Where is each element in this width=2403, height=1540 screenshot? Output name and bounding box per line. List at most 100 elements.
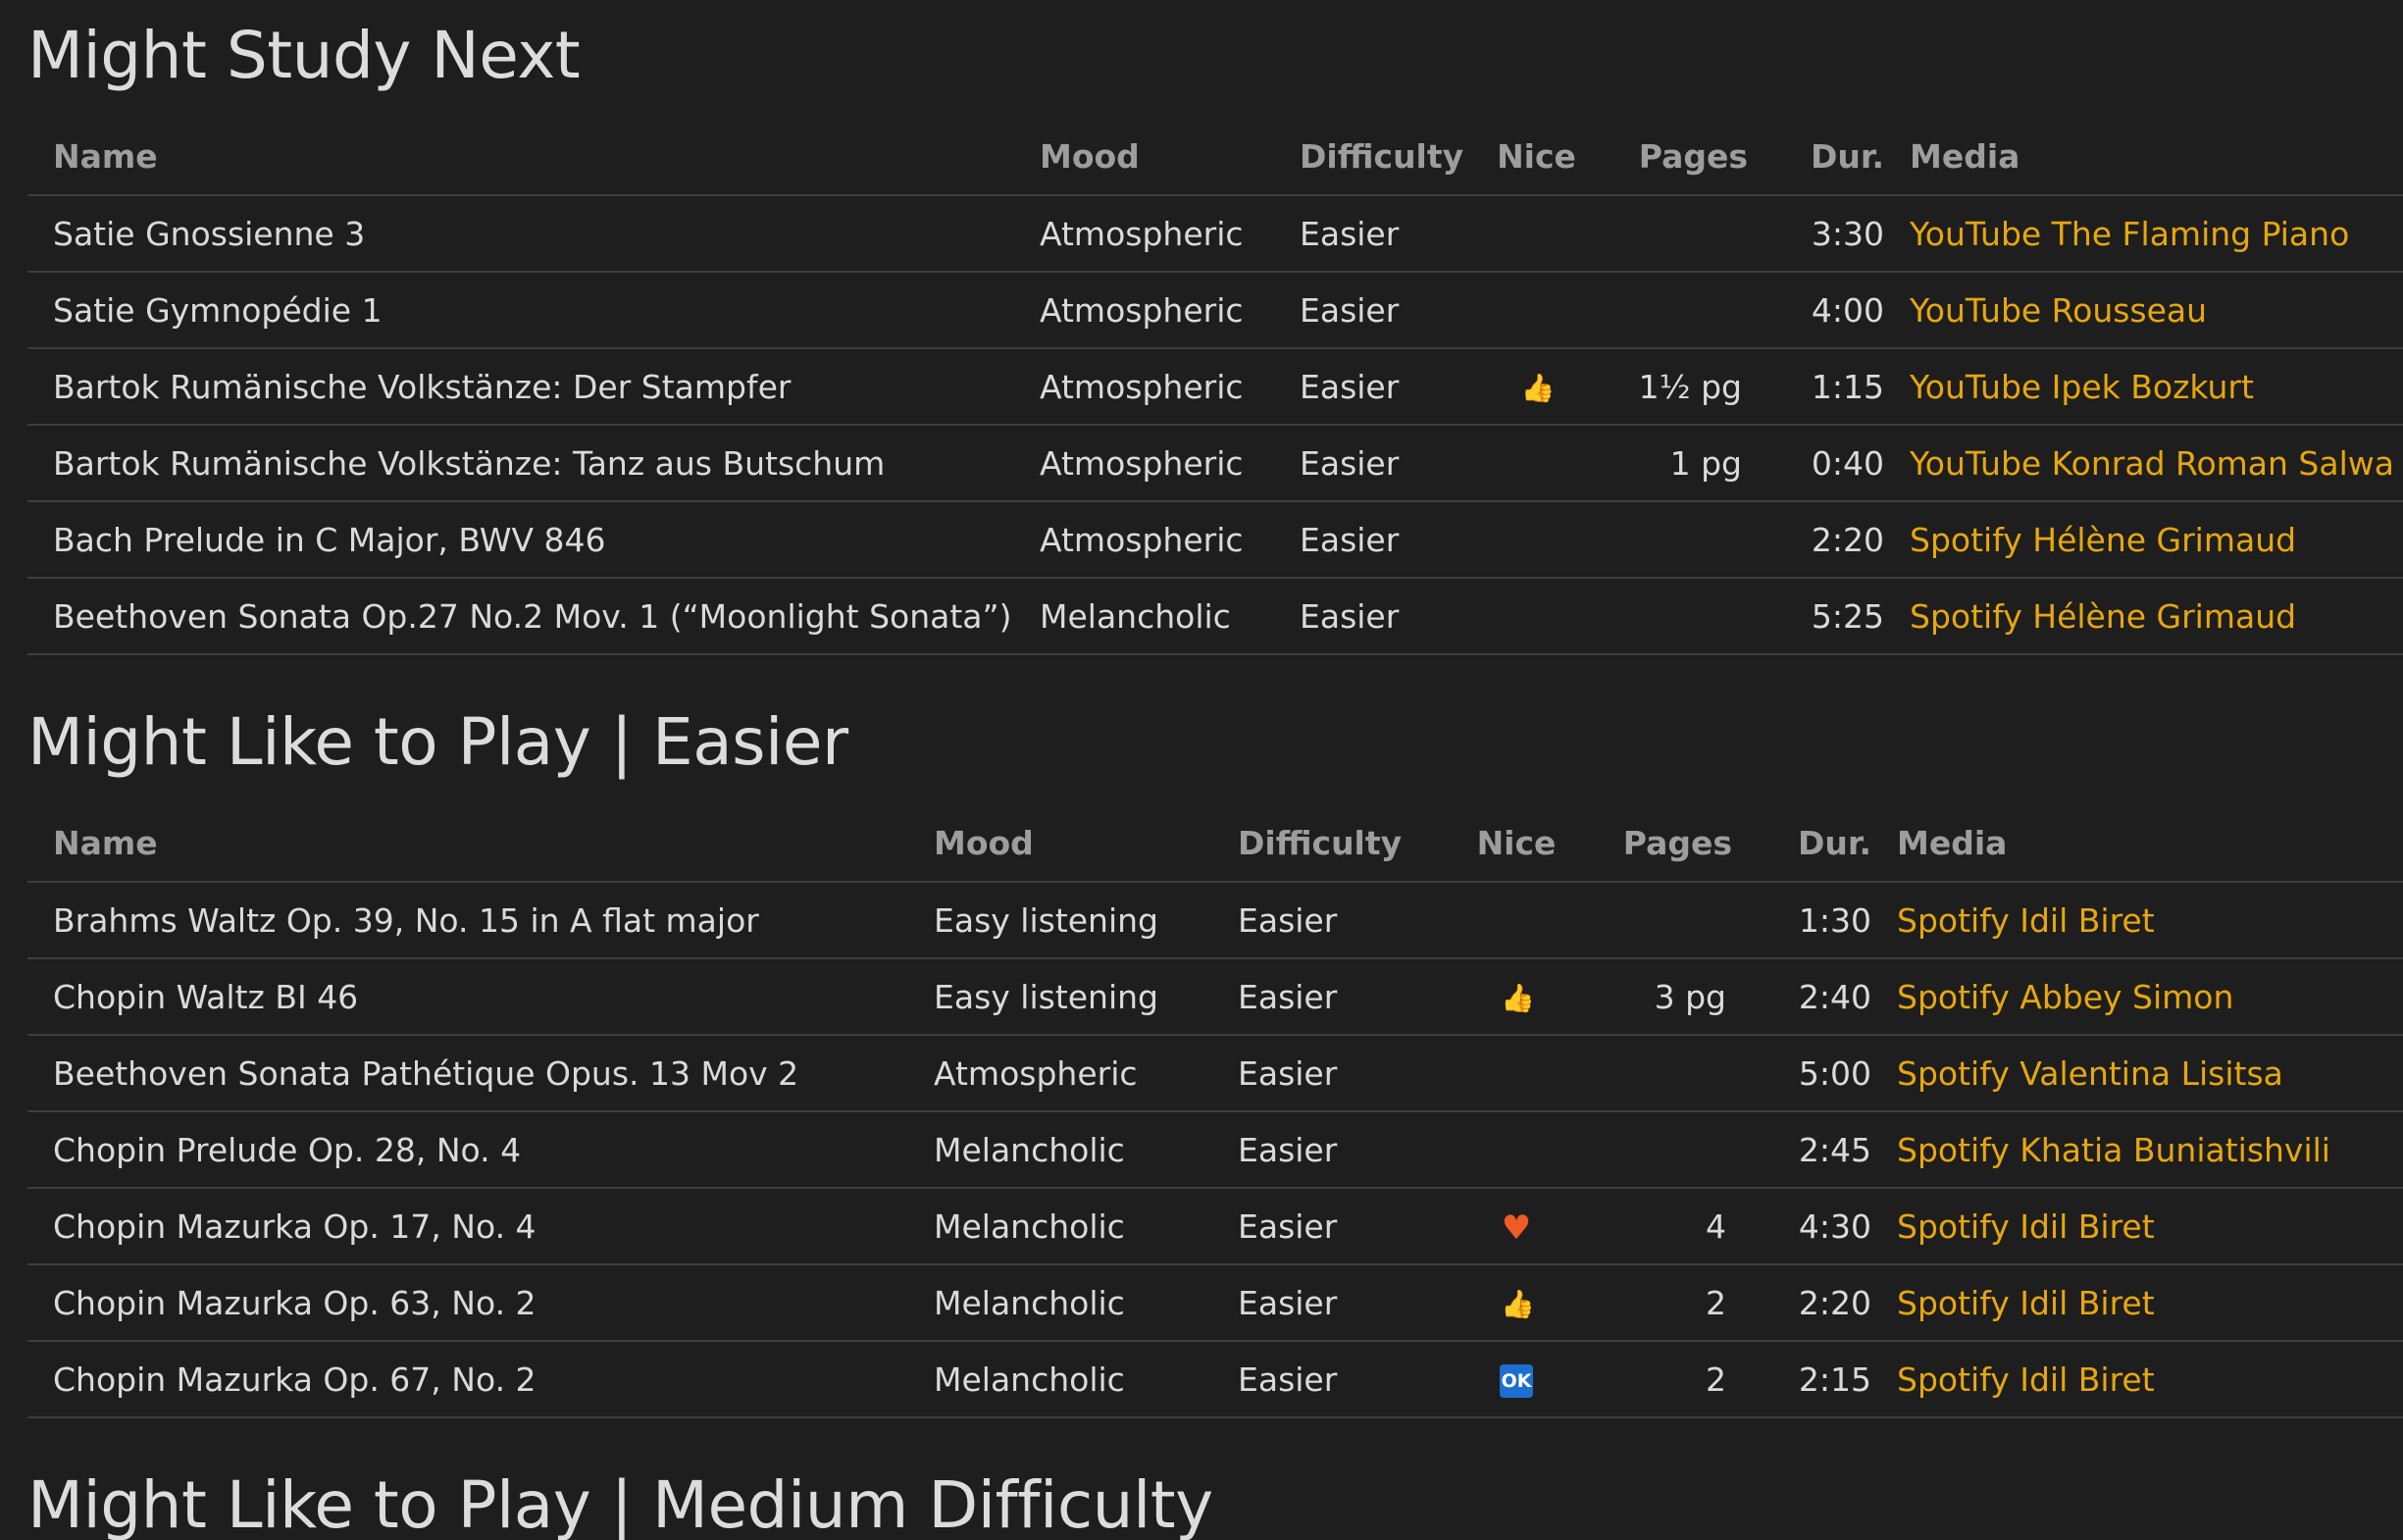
piece-name: Chopin Mazurka Op. 17, No. 4 [27,1188,908,1265]
column-header-pages[interactable]: Pages [1603,118,1750,196]
nice-cell [1470,272,1603,349]
nice-cell: OK [1456,1341,1577,1418]
nice-cell [1470,578,1603,655]
piece-name: Chopin Mazurka Op. 63, No. 2 [27,1264,908,1342]
table-might-like-to-play-easier: Name Mood Difficulty Nice Pages Dur. Med… [27,804,2403,1418]
difficulty-cell: Easier [1274,348,1470,426]
table-header-row: Name Mood Difficulty Nice Pages Dur. Med… [27,118,2403,196]
media-link[interactable]: YouTube The Flaming Piano [1910,215,2349,253]
column-header-name[interactable]: Name [27,804,908,883]
nice-cell: 👍 [1470,348,1603,426]
table-row: Chopin Mazurka Op. 67, No. 2 Melancholic E… [27,1341,2403,1418]
mood-cell: Atmospheric [1014,348,1274,426]
media-cell: Spotify Idil Biret [1871,1341,2403,1418]
media-link[interactable]: YouTube Ipek Bozkurt [1910,368,2254,406]
duration-cell: 1:30 [1734,882,1871,959]
media-link[interactable]: Spotify Idil Biret [1897,1284,2155,1322]
table-row: Beethoven Sonata Pathétique Opus. 13 Mov… [27,1035,2403,1112]
piece-name: Brahms Waltz Op. 39, No. 15 in A flat ma… [27,882,908,959]
nice-cell [1456,882,1577,959]
duration-cell: 1:15 [1750,348,1884,426]
column-header-nice[interactable]: Nice [1470,118,1603,196]
pages-cell: 4 [1577,1188,1734,1265]
difficulty-cell: Easier [1274,195,1470,273]
mood-cell: Melancholic [1014,578,1274,655]
table-header-row: Name Mood Difficulty Nice Pages Dur. Med… [27,804,2403,883]
pages-cell [1577,1111,1734,1189]
nice-cell [1456,1111,1577,1189]
media-link[interactable]: Spotify Idil Biret [1897,1360,2155,1399]
mood-cell: Melancholic [908,1111,1212,1189]
mood-cell: Easy listening [908,882,1212,959]
duration-cell: 2:45 [1734,1111,1871,1189]
notes-page: Might Study Next Name Mood Difficulty Ni… [0,0,2403,1540]
thumbs-up-icon: 👍 [1501,982,1535,1014]
media-cell: Spotify Idil Biret [1871,1264,2403,1342]
column-header-difficulty[interactable]: Difficulty [1212,804,1456,883]
nice-cell: 👍 [1456,958,1577,1036]
duration-cell: 4:30 [1734,1188,1871,1265]
pages-cell [1603,195,1750,273]
duration-cell: 0:40 [1750,425,1884,502]
heart-icon: ♥ [1501,1208,1532,1248]
column-header-mood[interactable]: Mood [908,804,1212,883]
table-row: Chopin Waltz BI 46 Easy listening Easier 👍 3… [27,958,2403,1036]
pages-cell [1603,272,1750,349]
media-link[interactable]: Spotify Valentina Lisitsa [1897,1054,2283,1093]
pages-cell: 2 [1577,1341,1734,1418]
table-row: Brahms Waltz Op. 39, No. 15 in A flat ma… [27,882,2403,959]
table-body: Satie Gnossienne 3 Atmospheric Easier 3:30 Y… [27,195,2403,655]
duration-cell: 2:20 [1750,501,1884,579]
table-row: Chopin Mazurka Op. 63, No. 2 Melancholic E… [27,1264,2403,1342]
piece-name: Chopin Prelude Op. 28, No. 4 [27,1111,908,1189]
media-link[interactable]: Spotify Idil Biret [1897,901,2155,940]
piece-name: Satie Gnossienne 3 [27,195,1014,273]
table-row: Bartok Rumänische Volkstänze: Der Stampf… [27,348,2403,426]
duration-cell: 4:00 [1750,272,1884,349]
media-link[interactable]: Spotify Khatia Buniatishvili [1897,1131,2330,1169]
column-header-duration[interactable]: Dur. [1750,118,1884,196]
column-header-nice[interactable]: Nice [1456,804,1577,883]
media-cell: Spotify Valentina Lisitsa [1871,1035,2403,1112]
pages-cell [1577,1035,1734,1112]
nice-cell [1456,1035,1577,1112]
mood-cell: Melancholic [908,1341,1212,1418]
pages-cell: 2 [1577,1264,1734,1342]
column-header-mood[interactable]: Mood [1014,118,1274,196]
media-link[interactable]: Spotify Idil Biret [1897,1207,2155,1246]
column-header-media[interactable]: Media [1871,804,2403,883]
column-header-media[interactable]: Media [1884,118,2403,196]
thumbs-up-icon: 👍 [1520,372,1556,404]
column-header-pages[interactable]: Pages [1577,804,1734,883]
media-link[interactable]: YouTube Rousseau [1910,291,2207,330]
thumbs-up-icon: 👍 [1501,1288,1535,1320]
duration-cell: 2:40 [1734,958,1871,1036]
piece-name: Bartok Rumänische Volkstänze: Der Stampf… [27,348,1014,426]
media-link[interactable]: Spotify Hélène Grimaud [1910,521,2296,559]
pages-cell: 3 pg [1577,958,1734,1036]
difficulty-cell: Easier [1274,425,1470,502]
nice-cell: ♥ [1456,1188,1577,1265]
pages-cell [1603,501,1750,579]
duration-cell: 2:15 [1734,1341,1871,1418]
table-row: Chopin Prelude Op. 28, No. 4 Melancholic E… [27,1111,2403,1189]
piece-name: Satie Gymnopédie 1 [27,272,1014,349]
column-header-name[interactable]: Name [27,118,1014,196]
duration-cell: 2:20 [1734,1264,1871,1342]
mood-cell: Melancholic [908,1264,1212,1342]
difficulty-cell: Easier [1212,1111,1456,1189]
nice-cell [1470,195,1603,273]
media-cell: Spotify Khatia Buniatishvili [1871,1111,2403,1189]
media-link[interactable]: YouTube Konrad Roman Salwa [1910,444,2394,483]
ok-badge-icon: OK [1500,1364,1533,1398]
media-cell: Spotify Abbey Simon [1871,958,2403,1036]
media-link[interactable]: Spotify Hélène Grimaud [1910,597,2296,636]
piece-name: Chopin Mazurka Op. 67, No. 2 [27,1341,908,1418]
section-title-might-study-next: Might Study Next [27,18,581,93]
media-link[interactable]: Spotify Abbey Simon [1897,978,2233,1016]
column-header-difficulty[interactable]: Difficulty [1274,118,1470,196]
column-header-duration[interactable]: Dur. [1734,804,1871,883]
piece-name: Beethoven Sonata Op.27 No.2 Mov. 1 (“Moo… [27,578,1014,655]
difficulty-cell: Easier [1212,1035,1456,1112]
mood-cell: Atmospheric [1014,272,1274,349]
